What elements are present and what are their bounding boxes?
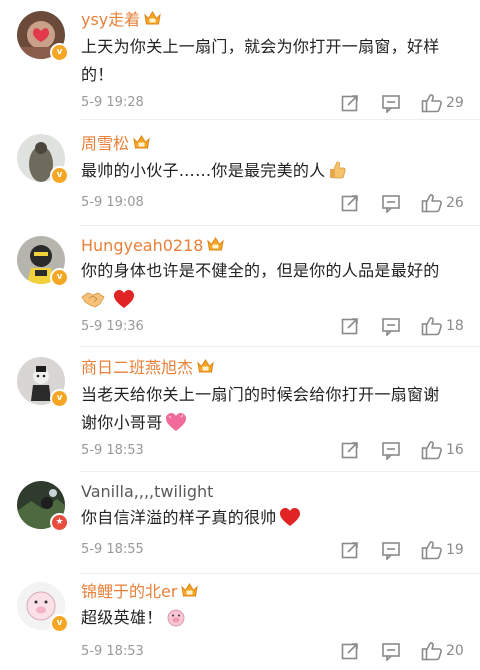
thumbs-up-icon[interactable]	[421, 193, 443, 213]
comment-item: v ysy走着 上天为你关上一扇门，就会为你打开一扇窗，好样的！ 5-9 19:…	[0, 0, 480, 120]
comment-text: 上天为你关上一扇门，就会为你打开一扇窗，好样的！	[81, 37, 440, 84]
crown-icon	[197, 359, 214, 374]
comment-text-body: 你自信洋溢的样子真的很帅	[81, 508, 277, 527]
comment-time: 5-9 19:28	[81, 95, 144, 110]
comment-icon[interactable]	[381, 93, 401, 113]
comment-item: ★ Vanilla,,,,twilight 你自信洋溢的样子真的很帅 5-9 1…	[0, 472, 480, 574]
vip-badge-icon: v	[50, 614, 69, 633]
comment-time: 5-9 19:08	[81, 195, 144, 210]
comment-time: 5-9 18:55	[81, 542, 144, 557]
vip-badge-icon: v	[50, 166, 69, 185]
crown-icon	[181, 583, 198, 598]
share-edit-icon[interactable]	[340, 93, 360, 113]
username-text[interactable]: Hungyeah0218	[81, 236, 203, 255]
comment-username[interactable]: Hungyeah0218	[81, 236, 224, 256]
username-text[interactable]: ysy走着	[81, 10, 140, 29]
red-heart-icon	[113, 289, 135, 309]
username-text[interactable]: 周雪松	[81, 134, 129, 153]
like-count: 16	[446, 442, 464, 458]
username-text[interactable]: 商日二班燕旭杰	[81, 358, 193, 377]
comment-icon[interactable]	[381, 316, 401, 336]
comment-username[interactable]: 周雪松	[81, 134, 150, 154]
share-edit-icon[interactable]	[340, 316, 360, 336]
username-text[interactable]: 锦鲤于的北er	[81, 582, 177, 601]
comment-text-body: 当老天给你关上一扇门的时候会给你打开一扇窗谢谢你小哥哥	[81, 385, 440, 432]
crown-icon	[133, 135, 150, 150]
pig-emoji-icon	[167, 609, 184, 627]
comment-item: v 周雪松 最帅的小伙子……你是最完美的人 5-9 19:08 26	[0, 120, 480, 226]
handshake-icon	[81, 292, 105, 307]
heart-sparkle-icon	[165, 413, 186, 431]
comment-username[interactable]: 锦鲤于的北er	[81, 582, 198, 602]
comment-item: v Hungyeah0218 你的身体也许是不健全的，但是你的人品是最好的 5-…	[0, 226, 480, 347]
red-star-badge-icon: ★	[50, 513, 69, 532]
thumbs-up-icon[interactable]	[421, 440, 443, 460]
comment-emojis	[81, 288, 135, 309]
comment-time: 5-9 18:53	[81, 644, 144, 659]
comment-username[interactable]: ysy走着	[81, 10, 161, 30]
comment-text: 当老天给你关上一扇门的时候会给你打开一扇窗谢谢你小哥哥	[81, 381, 453, 437]
thumbs-up-icon[interactable]	[421, 93, 443, 113]
thumbs-up-icon[interactable]	[421, 641, 443, 661]
comment-text: 你的身体也许是不健全的，但是你的人品是最好的	[81, 261, 440, 280]
username-text[interactable]: Vanilla,,,,twilight	[81, 482, 213, 501]
like-count: 29	[446, 95, 464, 111]
comment-username[interactable]: 商日二班燕旭杰	[81, 358, 214, 378]
comment-time: 5-9 18:53	[81, 443, 144, 458]
crown-icon	[207, 237, 224, 252]
vip-badge-icon: v	[50, 389, 69, 408]
share-edit-icon[interactable]	[340, 440, 360, 460]
comment-item: v 商日二班燕旭杰 当老天给你关上一扇门的时候会给你打开一扇窗谢谢你小哥哥 5-…	[0, 347, 480, 472]
comment-item: v 锦鲤于的北er 超级英雄！ 5-9 18:53 20	[0, 574, 480, 670]
like-count: 20	[446, 643, 464, 659]
comment-username[interactable]: Vanilla,,,,twilight	[81, 482, 213, 502]
thumbs-up-icon[interactable]	[421, 540, 443, 560]
comment-icon[interactable]	[381, 193, 401, 213]
share-edit-icon[interactable]	[340, 641, 360, 661]
comment-text: 最帅的小伙子……你是最完美的人	[81, 157, 466, 185]
vip-badge-icon: v	[50, 268, 69, 287]
vip-badge-icon: v	[50, 43, 69, 62]
comment-text-body: 最帅的小伙子……你是最完美的人	[81, 161, 326, 180]
share-edit-icon[interactable]	[340, 193, 360, 213]
comment-icon[interactable]	[381, 540, 401, 560]
thumbs-up-icon[interactable]	[421, 316, 443, 336]
comment-time: 5-9 19:36	[81, 319, 144, 334]
comment-icon[interactable]	[381, 641, 401, 661]
comment-text: 超级英雄！	[81, 604, 466, 632]
crown-icon	[144, 11, 161, 26]
share-edit-icon[interactable]	[340, 540, 360, 560]
comment-text: 你自信洋溢的样子真的很帅	[81, 504, 466, 532]
thumbs-up-emoji-icon	[329, 161, 346, 179]
comment-text-body: 超级英雄！	[81, 608, 163, 627]
like-count: 19	[446, 542, 464, 558]
comment-icon[interactable]	[381, 440, 401, 460]
like-count: 18	[446, 318, 464, 334]
like-count: 26	[446, 195, 464, 211]
red-heart-icon	[279, 507, 301, 527]
